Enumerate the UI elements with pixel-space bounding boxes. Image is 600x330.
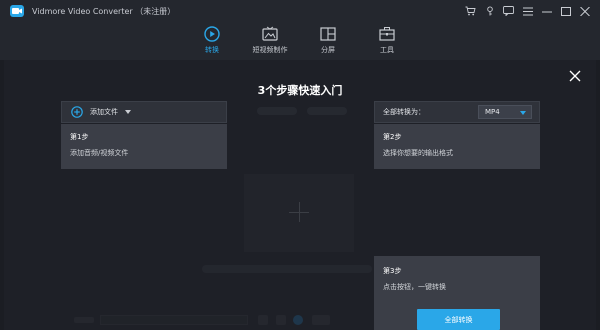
app-title: Vidmore Video Converter （未注册） bbox=[32, 7, 176, 16]
tab-toolbox-label: 工具 bbox=[380, 46, 394, 54]
convert-all-label: 全部转换为： bbox=[383, 108, 425, 116]
toolbox-icon bbox=[379, 27, 395, 41]
add-file-label: 添加文件 bbox=[90, 108, 118, 116]
convert-all-button[interactable]: 全部转换 bbox=[417, 309, 500, 330]
guide-title: 3个步骤快速入门 bbox=[257, 84, 343, 97]
feedback-icon[interactable] bbox=[499, 4, 518, 18]
tab-convert-label: 转换 bbox=[205, 46, 219, 54]
title-bar: Vidmore Video Converter （未注册） bbox=[0, 0, 600, 22]
add-file-button[interactable]: 添加文件 bbox=[61, 101, 227, 123]
convert-all-format-bar: 全部转换为： MP4 bbox=[374, 101, 540, 123]
close-icon bbox=[569, 70, 581, 82]
window-controls bbox=[461, 4, 594, 18]
step-2-title: 第2步 bbox=[383, 133, 402, 141]
step-1-title: 第1步 bbox=[70, 133, 89, 141]
step-1-text: 添加音频/视频文件 bbox=[70, 149, 129, 157]
top-nav: 转换 短视频制作 分屏 工具 bbox=[0, 26, 600, 60]
minimize-icon[interactable] bbox=[537, 4, 556, 18]
tab-collage-label: 分屏 bbox=[321, 46, 335, 54]
cart-icon[interactable] bbox=[461, 4, 480, 18]
chevron-down-icon bbox=[520, 111, 526, 115]
menu-icon[interactable] bbox=[518, 4, 537, 18]
close-icon[interactable] bbox=[575, 4, 594, 18]
format-select[interactable]: MP4 bbox=[478, 105, 532, 119]
app-logo-icon bbox=[10, 5, 24, 17]
convert-icon bbox=[204, 26, 220, 42]
step-2-text: 选择你想要的输出格式 bbox=[383, 149, 453, 157]
maximize-icon[interactable] bbox=[556, 4, 575, 18]
key-icon[interactable] bbox=[480, 4, 499, 18]
mv-icon bbox=[262, 26, 278, 41]
step-3-text: 点击按钮，一键转换 bbox=[383, 283, 446, 291]
format-value: MP4 bbox=[485, 108, 500, 116]
guide-close-button[interactable] bbox=[568, 69, 582, 83]
tab-toolbox[interactable]: 工具 bbox=[352, 26, 422, 55]
step-3-title: 第3步 bbox=[383, 267, 402, 275]
tab-mv-label: 短视频制作 bbox=[252, 46, 288, 54]
step-2-card: 第2步 选择你想要的输出格式 bbox=[374, 124, 540, 169]
collage-icon bbox=[320, 27, 336, 41]
add-circle-icon bbox=[71, 106, 83, 118]
chevron-down-icon[interactable] bbox=[125, 110, 131, 114]
step-1-card: 第1步 添加音频/视频文件 bbox=[61, 124, 227, 169]
